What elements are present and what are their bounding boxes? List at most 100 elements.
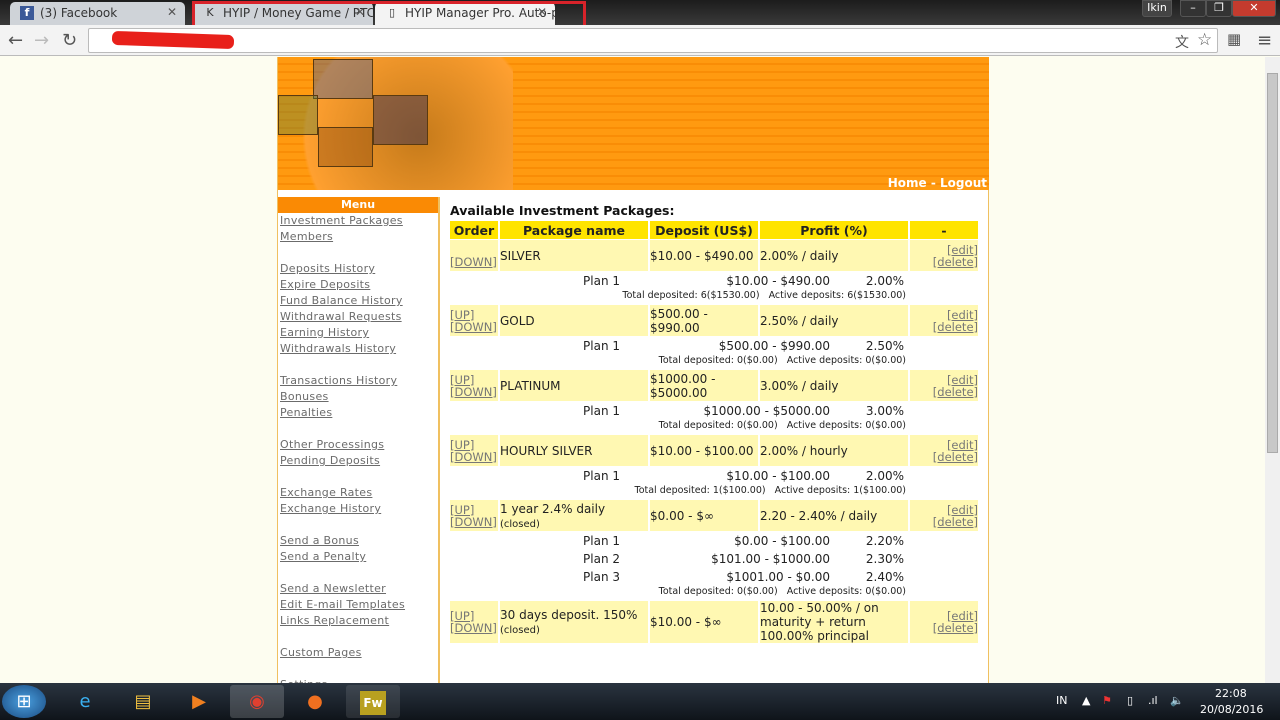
down-link[interactable]: [DOWN] (450, 386, 498, 398)
plan-name: Plan 1 (583, 534, 620, 548)
language-indicator[interactable]: IN (1056, 694, 1067, 707)
close-tab-icon[interactable]: ✕ (167, 5, 177, 19)
up-link[interactable]: [UP] (450, 309, 498, 321)
down-link[interactable]: [DOWN] (450, 451, 498, 463)
plan-name: Plan 3 (583, 570, 620, 584)
up-link[interactable]: [UP] (450, 439, 498, 451)
menu-item[interactable]: Send a Penalty (278, 549, 438, 565)
plan-row: Plan 1 $500.00 - $990.00 2.50% (583, 337, 908, 355)
package-row: [UP] [DOWN] PLATINUM $1000.00 - $5000.00 … (450, 370, 978, 401)
close-window-button[interactable]: ✕ (1232, 0, 1276, 17)
package-name: SILVER (500, 248, 541, 263)
menu-item[interactable]: Exchange Rates (278, 485, 438, 501)
menu-item[interactable]: Send a Newsletter (278, 581, 438, 597)
down-link[interactable]: [DOWN] (450, 516, 498, 528)
clock-time[interactable]: 22:08 (1215, 687, 1247, 700)
menu-item[interactable]: Penalties (278, 405, 438, 421)
menu-item[interactable]: Custom Pages (278, 645, 438, 661)
action-center-icon[interactable]: ⚑ (1102, 694, 1112, 707)
edit-link[interactable]: [edit] (910, 439, 978, 451)
col-actions: - (910, 221, 978, 239)
menu-item[interactable]: Withdrawal Requests (278, 309, 438, 325)
menu-item[interactable]: Edit E-mail Templates (278, 597, 438, 613)
edit-link[interactable]: [edit] (910, 374, 978, 386)
col-package-name: Package name (500, 221, 648, 239)
package-name-cell: 30 days deposit. 150% (closed) (500, 601, 648, 643)
edit-link[interactable]: [edit] (910, 504, 978, 516)
back-icon[interactable]: ← (8, 30, 23, 51)
menu-item[interactable]: Deposits History (278, 261, 438, 277)
up-link[interactable]: [UP] (450, 374, 498, 386)
menu-item[interactable]: Pending Deposits (278, 453, 438, 469)
menu-item[interactable]: Investment Packages (278, 213, 438, 229)
down-link[interactable]: [DOWN] (450, 256, 498, 268)
fireworks-icon[interactable]: Fw (346, 685, 400, 718)
logout-link[interactable]: Logout (940, 176, 987, 190)
menu-item[interactable]: Bonuses (278, 389, 438, 405)
menu-item[interactable]: Other Processings (278, 437, 438, 453)
maximize-button[interactable]: ❐ (1206, 0, 1232, 17)
down-link[interactable]: [DOWN] (450, 321, 498, 333)
clock-date[interactable]: 20/08/2016 (1200, 703, 1263, 716)
menu-item[interactable]: Send a Bonus (278, 533, 438, 549)
down-link[interactable]: [DOWN] (450, 622, 498, 634)
battery-icon[interactable]: ▯ (1127, 694, 1133, 707)
package-row: [UP] [DOWN] HOURLY SILVER $10.00 - $100.0… (450, 435, 978, 466)
menu-item[interactable]: Withdrawals History (278, 341, 438, 357)
delete-link[interactable]: [delete] (910, 386, 978, 398)
plan-percent: 2.00% (865, 469, 904, 483)
firefox-icon[interactable]: ● (288, 685, 342, 718)
chrome-icon[interactable]: ◉ (230, 685, 284, 718)
scrollbar-thumb[interactable] (1267, 73, 1278, 453)
media-player-icon[interactable]: ▶ (172, 685, 226, 718)
reload-icon[interactable]: ↻ (62, 30, 77, 51)
plan-range: $101.00 - $1000.00 (711, 552, 830, 566)
delete-link[interactable]: [delete] (910, 516, 978, 528)
closed-label: (closed) (500, 625, 540, 636)
plans-row: Plan 1 $10.00 - $100.00 2.00% Total deposit… (450, 467, 978, 499)
deposit-range: $0.00 - $∞ (650, 500, 758, 531)
qr-icon[interactable]: ▦ (1227, 30, 1241, 48)
menu-item[interactable]: Exchange History (278, 501, 438, 517)
start-button[interactable]: ⊞ (2, 685, 46, 718)
menu-item[interactable]: Fund Balance History (278, 293, 438, 309)
home-link[interactable]: Home (888, 176, 927, 190)
plan-row: Plan 3 $1001.00 - $0.00 2.40% (583, 568, 908, 586)
menu-item[interactable]: Links Replacement (278, 613, 438, 629)
menu-item[interactable]: Members (278, 229, 438, 245)
forward-icon[interactable]: → (34, 30, 49, 51)
tab-0[interactable]: f (3) Facebook ✕ (10, 2, 185, 25)
plan-range: $10.00 - $490.00 (726, 274, 830, 288)
url-input[interactable] (88, 28, 1218, 53)
totals: Total deposited: 0($0.00) Active deposit… (500, 420, 908, 434)
scrollbar[interactable] (1265, 57, 1280, 683)
file-explorer-icon[interactable]: ▤ (116, 685, 170, 718)
up-link[interactable]: [UP] (450, 504, 498, 516)
delete-link[interactable]: [delete] (910, 321, 978, 333)
menu-item[interactable]: Earning History (278, 325, 438, 341)
active-deposits: Active deposits: 6($1530.00) (768, 290, 906, 301)
package-row: [UP] [DOWN] 1 year 2.4% daily (closed) $0… (450, 500, 978, 531)
menu-icon[interactable]: ≡ (1257, 30, 1272, 51)
main-content: Available Investment Packages: Order Pac… (450, 203, 980, 644)
profit: 2.00% / daily (760, 240, 908, 271)
edit-link[interactable]: [edit] (910, 309, 978, 321)
actions-cell: [edit] [delete] (910, 240, 978, 271)
menu-item[interactable]: Transactions History (278, 373, 438, 389)
tab-title: (3) Facebook (40, 6, 118, 20)
user-badge[interactable]: Ikin (1142, 0, 1172, 17)
delete-link[interactable]: [delete] (910, 451, 978, 463)
delete-link[interactable]: [delete] (910, 622, 978, 634)
separator: - (926, 176, 940, 190)
translate-icon[interactable]: 文 (1175, 32, 1189, 52)
signal-icon[interactable]: .ıl (1148, 694, 1158, 707)
internet-explorer-icon[interactable]: e (58, 685, 112, 718)
edit-link[interactable]: [edit] (910, 244, 978, 256)
star-icon[interactable]: ☆ (1197, 30, 1212, 50)
plan-name: Plan 1 (583, 274, 620, 288)
menu-item[interactable]: Expire Deposits (278, 277, 438, 293)
delete-link[interactable]: [delete] (910, 256, 978, 268)
tray-expand-icon[interactable]: ▲ (1082, 694, 1090, 707)
volume-icon[interactable]: 🔈 (1170, 694, 1184, 707)
minimize-button[interactable]: – (1180, 0, 1206, 17)
